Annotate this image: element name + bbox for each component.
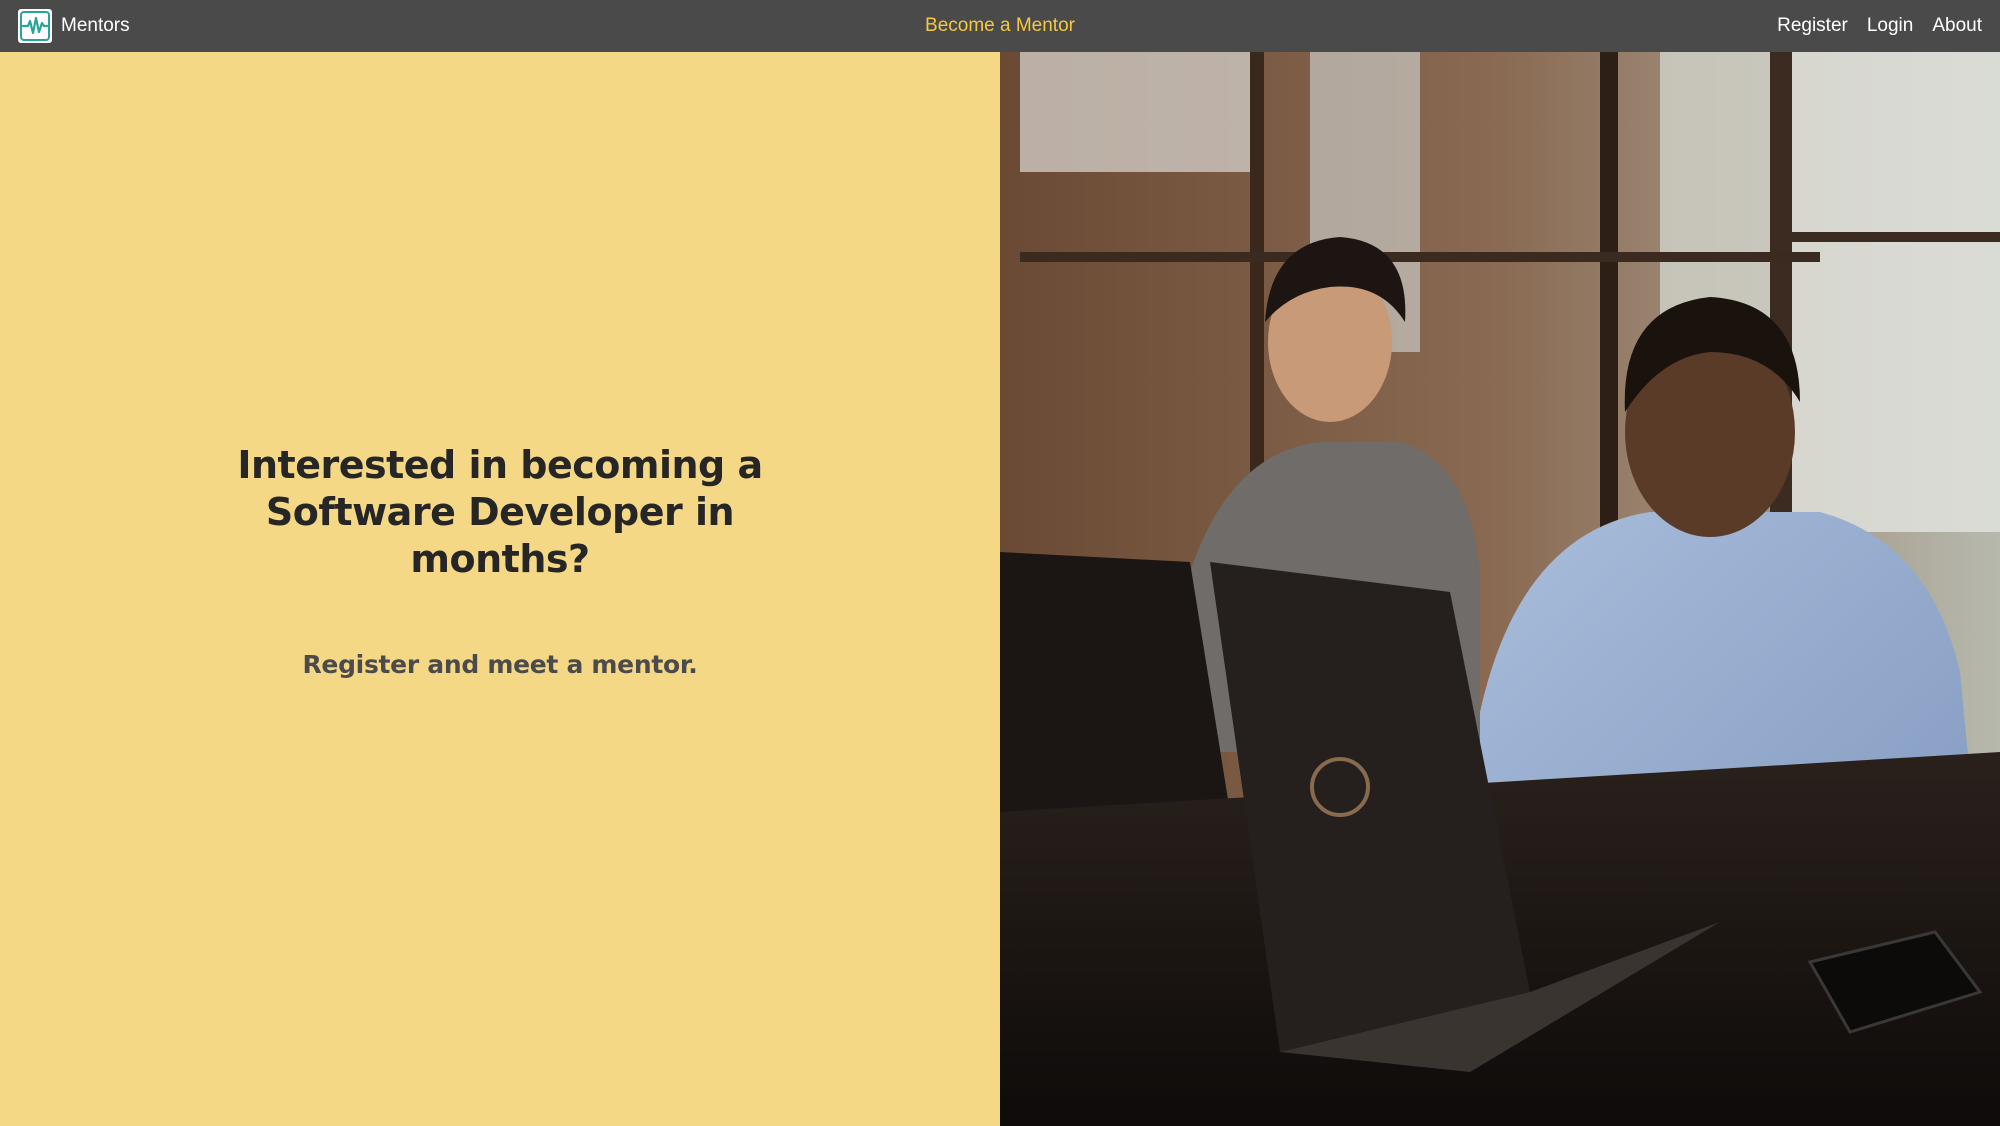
hero-title-line: Interested in becoming a (237, 443, 763, 487)
register-link[interactable]: Register (1777, 15, 1848, 37)
hero-subtitle: Register and meet a mentor. (302, 650, 698, 679)
nav-links: Register Login About (1777, 15, 1982, 37)
top-navbar: Mentors Become a Mentor Register Login A… (0, 0, 2000, 52)
heartbeat-logo-icon (18, 9, 52, 43)
brand-link[interactable]: Mentors (18, 9, 130, 43)
login-link[interactable]: Login (1867, 15, 1914, 37)
mentoring-photo (1000, 52, 2000, 1126)
become-mentor-link[interactable]: Become a Mentor (925, 15, 1075, 37)
hero-title-line: Software Developer in (265, 490, 735, 534)
hero-text-panel: Interested in becoming a Software Develo… (0, 52, 1000, 1126)
brand-name: Mentors (61, 15, 130, 36)
hero-title: Interested in becoming a Software Develo… (0, 442, 1000, 583)
about-link[interactable]: About (1932, 15, 1982, 37)
hero-title-line: months? (410, 537, 590, 581)
